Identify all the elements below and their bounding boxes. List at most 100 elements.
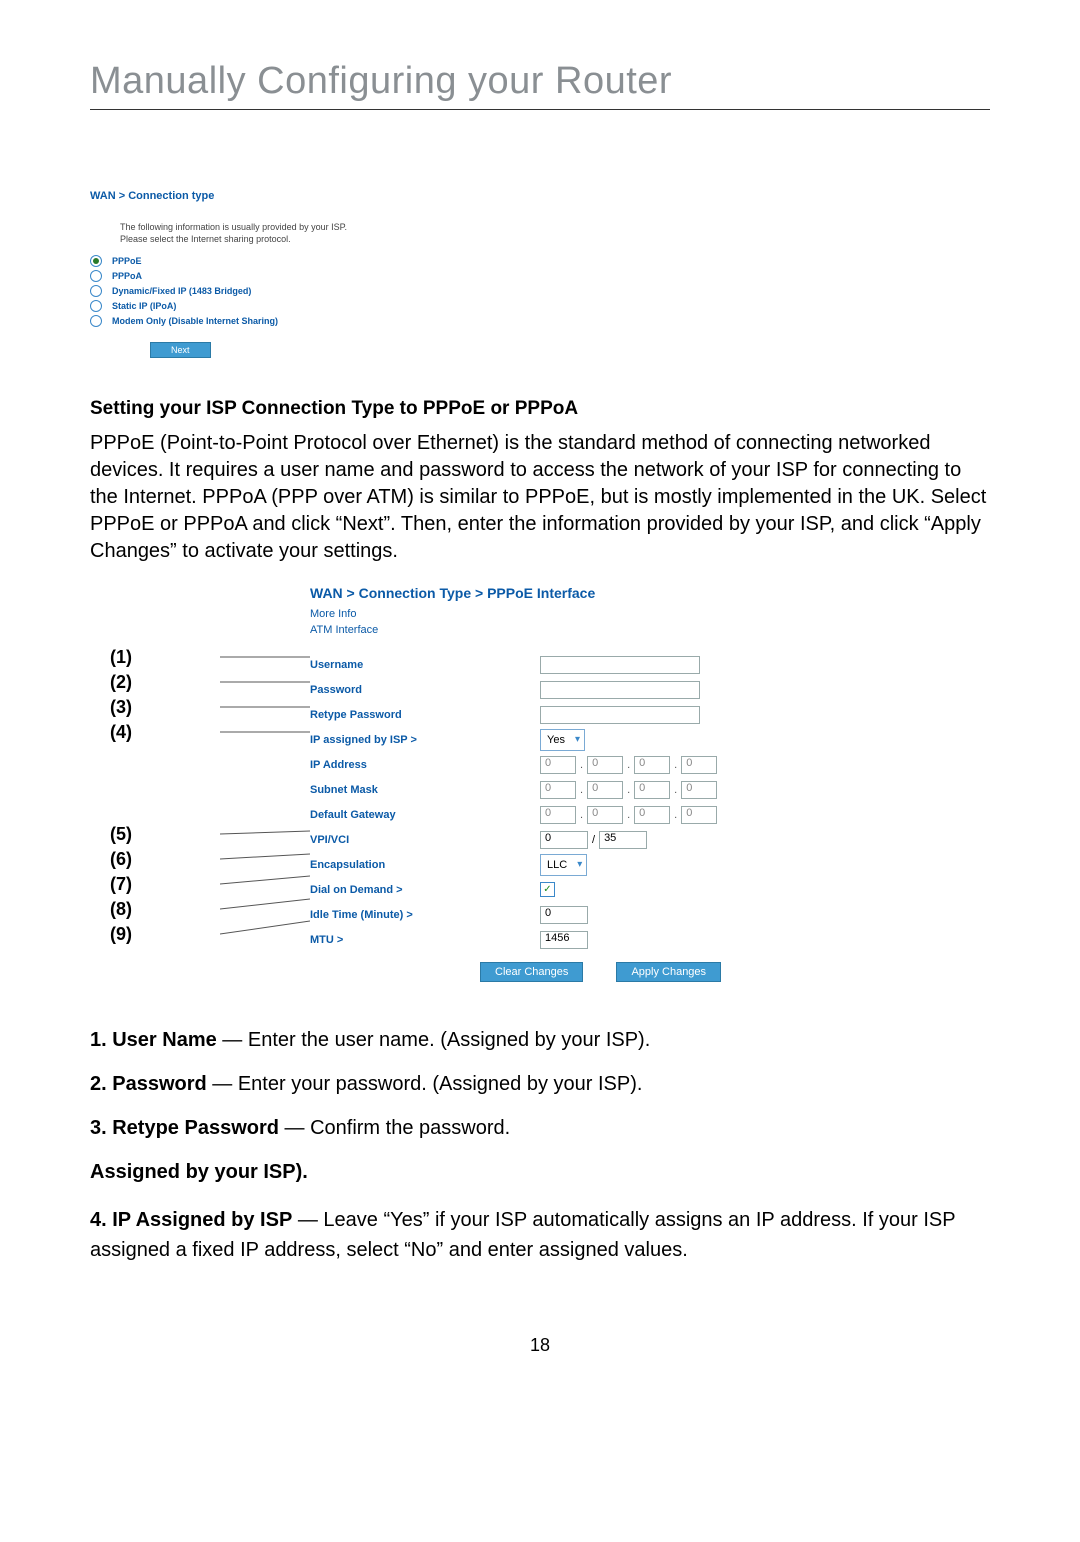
- screenshot-connection-type: WAN > Connection type The following info…: [90, 190, 520, 358]
- radio-label: Dynamic/Fixed IP (1483 Bridged): [112, 286, 251, 296]
- callout-7: (7): [110, 872, 220, 897]
- radio-label: Modem Only (Disable Internet Sharing): [112, 316, 278, 326]
- definition-item: 4. IP Assigned by ISP — Leave “Yes” if y…: [90, 1205, 990, 1265]
- section-paragraph: PPPoE (Point-to-Point Protocol over Ethe…: [90, 430, 990, 565]
- dot: .: [674, 809, 677, 821]
- dot: .: [674, 759, 677, 771]
- dot: .: [580, 784, 583, 796]
- chevron-down-icon: ▾: [575, 734, 580, 745]
- def-text: — Enter the user name. (Assigned by your…: [217, 1029, 651, 1051]
- callout-4: (4): [110, 720, 220, 745]
- radio-icon: [90, 315, 102, 327]
- radio-pppoa[interactable]: PPPoA: [90, 270, 520, 282]
- label-vpi-vci: VPI/VCI: [310, 834, 540, 846]
- radio-pppoe[interactable]: PPPoE: [90, 255, 520, 267]
- label-encapsulation: Encapsulation: [310, 859, 540, 871]
- password-input[interactable]: [540, 681, 700, 699]
- idle-time-input[interactable]: 0: [540, 906, 588, 924]
- subnet-octet-input[interactable]: 0: [540, 781, 576, 799]
- radio-dynamic[interactable]: Dynamic/Fixed IP (1483 Bridged): [90, 285, 520, 297]
- subnet-octet-input[interactable]: 0: [634, 781, 670, 799]
- callout-1: (1): [110, 645, 220, 670]
- label-password: Password: [310, 684, 540, 696]
- radio-modem-only[interactable]: Modem Only (Disable Internet Sharing): [90, 315, 520, 327]
- ip-octet-input[interactable]: 0: [540, 756, 576, 774]
- callout-column: (1) (2) (3) (4) (5) (6) (7) (8) (9): [110, 585, 220, 985]
- page-number: 18: [90, 1335, 990, 1356]
- breadcrumb: WAN > Connection Type > PPPoE Interface: [310, 585, 990, 601]
- label-ip-assigned: IP assigned by ISP >: [310, 734, 540, 746]
- radio-label: Static IP (IPoA): [112, 301, 176, 311]
- definition-item: 3. Retype Password — Confirm the passwor…: [90, 1113, 990, 1143]
- radio-static[interactable]: Static IP (IPoA): [90, 300, 520, 312]
- slash: /: [592, 834, 595, 846]
- select-value: LLC: [547, 859, 567, 871]
- vpi-input[interactable]: 0: [540, 831, 588, 849]
- gateway-octet-input[interactable]: 0: [634, 806, 670, 824]
- def-term: 2. Password: [90, 1073, 207, 1095]
- definitions-list: 1. User Name — Enter the user name. (Ass…: [90, 1025, 990, 1265]
- more-info-link[interactable]: More Info: [310, 608, 356, 620]
- info-line-2: Please select the Internet sharing proto…: [120, 234, 291, 244]
- def-text: — Enter your password. (Assigned by your…: [207, 1073, 643, 1095]
- dot: .: [580, 809, 583, 821]
- callout-5: (5): [110, 822, 220, 847]
- ip-octet-input[interactable]: 0: [634, 756, 670, 774]
- def-text: — Confirm the password.: [279, 1117, 510, 1139]
- breadcrumb: WAN > Connection type: [90, 190, 520, 202]
- select-value: Yes: [547, 734, 565, 746]
- assigned-note: Assigned by your ISP).: [90, 1157, 990, 1187]
- gateway-octet-input[interactable]: 0: [540, 806, 576, 824]
- page-title: Manually Configuring your Router: [90, 60, 990, 110]
- definition-item: 2. Password — Enter your password. (Assi…: [90, 1069, 990, 1099]
- atm-interface-link[interactable]: ATM Interface: [310, 624, 378, 636]
- label-subnet: Subnet Mask: [310, 784, 540, 796]
- vci-input[interactable]: 35: [599, 831, 647, 849]
- label-ip-address: IP Address: [310, 759, 540, 771]
- sublinks: More Info ATM Interface: [310, 607, 990, 638]
- dial-checkbox[interactable]: ✓: [540, 882, 555, 897]
- gateway-octet-input[interactable]: 0: [587, 806, 623, 824]
- subnet-octet-input[interactable]: 0: [681, 781, 717, 799]
- callout-8: (8): [110, 897, 220, 922]
- dot: .: [627, 784, 630, 796]
- label-retype-password: Retype Password: [310, 709, 540, 721]
- label-idle-time: Idle Time (Minute) >: [310, 909, 540, 921]
- def-term: 4. IP Assigned by ISP: [90, 1209, 292, 1231]
- label-mtu: MTU >: [310, 934, 540, 946]
- def-term: 1. User Name: [90, 1029, 217, 1051]
- username-input[interactable]: [540, 656, 700, 674]
- dot: .: [627, 759, 630, 771]
- radio-icon: [90, 270, 102, 282]
- dot: .: [627, 809, 630, 821]
- info-text: The following information is usually pro…: [120, 222, 520, 245]
- subnet-octet-input[interactable]: 0: [587, 781, 623, 799]
- radio-icon: [90, 285, 102, 297]
- dot: .: [580, 759, 583, 771]
- label-username: Username: [310, 659, 540, 671]
- info-line-1: The following information is usually pro…: [120, 222, 347, 232]
- def-term: 3. Retype Password: [90, 1117, 279, 1139]
- radio-label: PPPoA: [112, 271, 142, 281]
- screenshot-pppoe-interface: (1) (2) (3) (4) (5) (6) (7) (8) (9) WAN …: [110, 585, 990, 985]
- clear-changes-button[interactable]: Clear Changes: [480, 962, 583, 982]
- radio-icon: [90, 255, 102, 267]
- callout-2: (2): [110, 670, 220, 695]
- chevron-down-icon: ▾: [577, 859, 582, 870]
- gateway-octet-input[interactable]: 0: [681, 806, 717, 824]
- callout-6: (6): [110, 847, 220, 872]
- encapsulation-select[interactable]: LLC ▾: [540, 854, 587, 876]
- ip-assigned-select[interactable]: Yes ▾: [540, 729, 585, 751]
- apply-changes-button[interactable]: Apply Changes: [616, 962, 721, 982]
- radio-icon: [90, 300, 102, 312]
- mtu-input[interactable]: 1456: [540, 931, 588, 949]
- retype-password-input[interactable]: [540, 706, 700, 724]
- dot: .: [674, 784, 677, 796]
- label-dial-on-demand: Dial on Demand >: [310, 884, 540, 896]
- ip-octet-input[interactable]: 0: [681, 756, 717, 774]
- next-button[interactable]: Next: [150, 342, 211, 358]
- ip-octet-input[interactable]: 0: [587, 756, 623, 774]
- spacer: [110, 745, 220, 822]
- definition-item: 1. User Name — Enter the user name. (Ass…: [90, 1025, 990, 1055]
- section-heading: Setting your ISP Connection Type to PPPo…: [90, 398, 990, 420]
